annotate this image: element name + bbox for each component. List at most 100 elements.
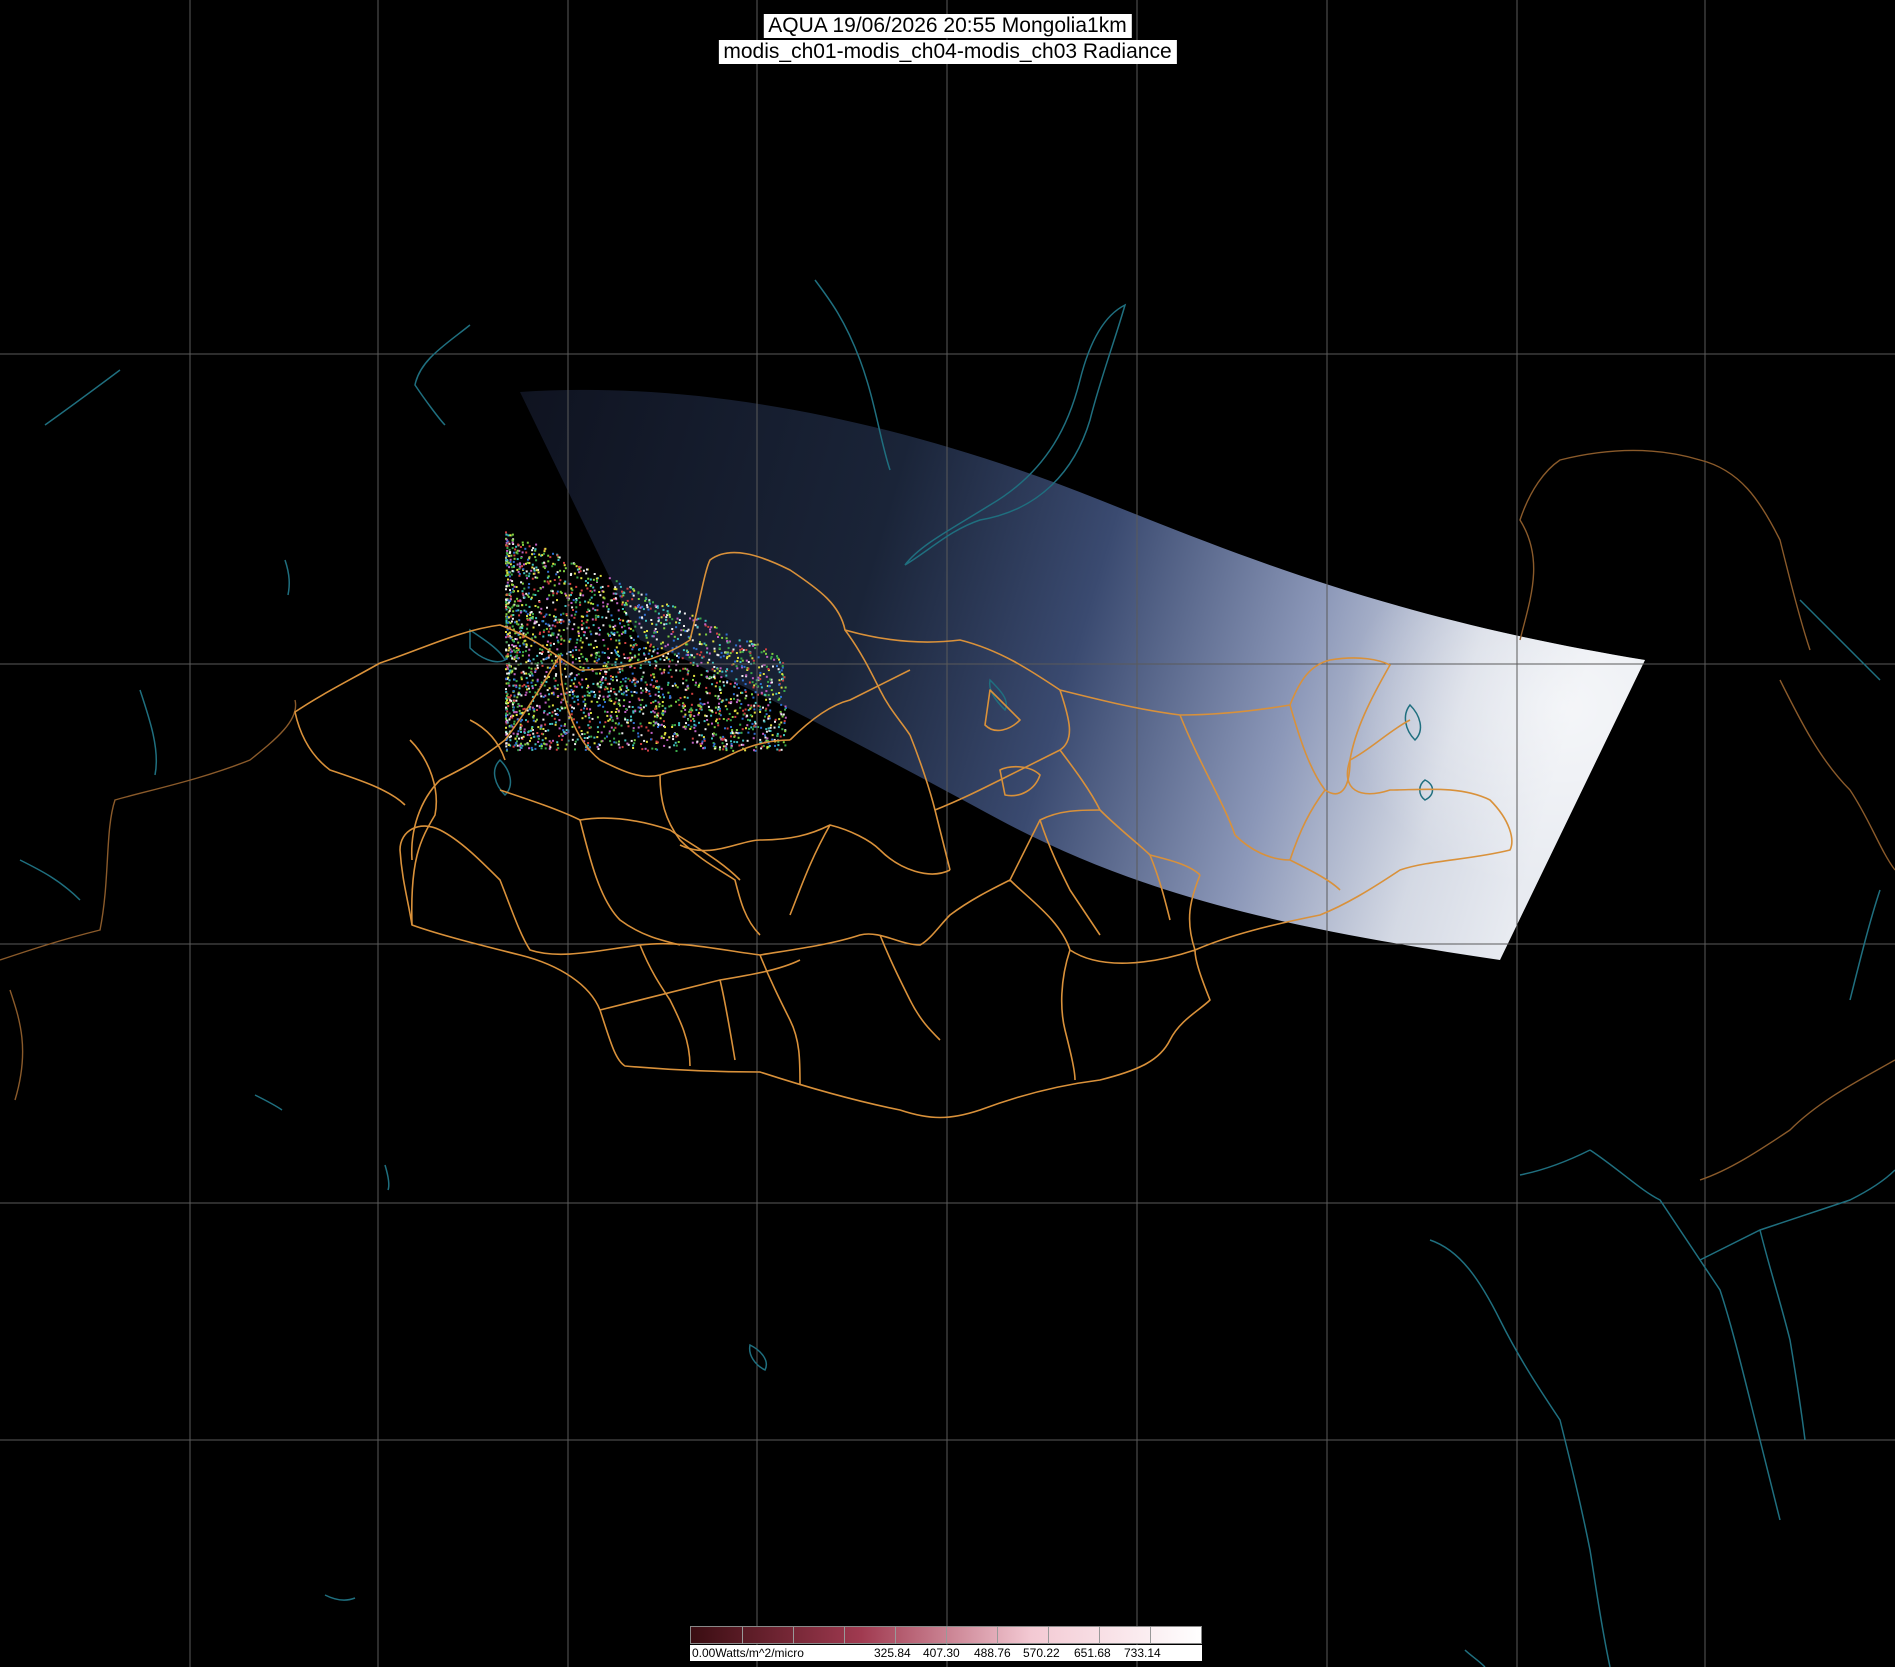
noise-pixel (571, 738, 574, 741)
noise-pixel (509, 589, 511, 592)
noise-pixel (675, 626, 678, 629)
noise-pixel (549, 556, 552, 559)
noise-pixel (596, 701, 599, 703)
noise-pixel (614, 661, 617, 664)
noise-pixel (695, 708, 698, 711)
noise-pixel (606, 603, 609, 606)
noise-pixel (584, 600, 587, 603)
noise-pixel (571, 697, 574, 700)
noise-pixel (716, 653, 719, 656)
noise-pixel (511, 533, 514, 536)
noise-pixel (650, 711, 653, 714)
noise-pixel (557, 747, 560, 750)
noise-pixel (587, 581, 589, 584)
noise-pixel (754, 647, 757, 650)
noise-pixel (765, 648, 767, 651)
noise-pixel (582, 667, 585, 669)
noise-pixel (536, 654, 539, 657)
noise-pixel (750, 640, 753, 643)
noise-pixel (552, 552, 554, 555)
noise-pixel (580, 730, 583, 732)
noise-pixel (741, 675, 744, 677)
noise-pixel (581, 641, 584, 644)
noise-pixel (621, 590, 623, 593)
noise-pixel (556, 590, 559, 593)
noise-pixel (603, 725, 606, 728)
noise-pixel (614, 592, 617, 595)
noise-pixel (513, 673, 516, 676)
noise-pixel (523, 683, 526, 686)
noise-pixel (570, 593, 572, 596)
noise-pixel (527, 558, 529, 561)
noise-pixel (585, 658, 588, 661)
noise-pixel (780, 669, 783, 672)
noise-pixel (721, 738, 724, 741)
noise-pixel (638, 710, 641, 713)
noise-pixel (629, 590, 632, 593)
noise-pixel (529, 660, 532, 663)
noise-pixel (623, 591, 626, 594)
noise-pixel (589, 578, 592, 581)
noise-pixel (745, 649, 748, 651)
noise-pixel (512, 745, 515, 748)
noise-pixel (564, 580, 567, 583)
noise-pixel (563, 564, 566, 567)
noise-pixel (765, 675, 768, 678)
noise-pixel (672, 735, 674, 738)
noise-pixel (531, 679, 534, 682)
noise-pixel (667, 681, 670, 684)
noise-pixel (664, 707, 667, 710)
noise-pixel (541, 664, 544, 667)
noise-pixel (746, 714, 749, 717)
noise-pixel (607, 661, 610, 664)
noise-pixel (645, 690, 648, 693)
noise-pixel (546, 666, 549, 669)
noise-pixel (746, 724, 749, 727)
noise-pixel (547, 623, 550, 626)
noise-pixel (532, 633, 534, 636)
noise-pixel (658, 685, 661, 688)
noise-pixel (505, 601, 507, 603)
noise-pixel (615, 658, 618, 661)
noise-pixel (593, 695, 596, 698)
noise-pixel (769, 678, 772, 681)
noise-pixel (705, 715, 708, 718)
map-title: AQUA 19/06/2026 20:55 Mongolia1km (763, 14, 1132, 38)
noise-pixel (644, 747, 647, 750)
noise-pixel (705, 669, 708, 672)
noise-pixel (555, 573, 558, 576)
noise-pixel (594, 693, 597, 696)
noise-pixel (546, 606, 548, 609)
noise-pixel (639, 707, 642, 709)
noise-pixel (685, 725, 688, 728)
noise-pixel (588, 727, 591, 729)
noise-pixel (559, 709, 562, 712)
noise-pixel (541, 554, 544, 557)
noise-pixel (525, 592, 528, 595)
noise-pixel (614, 726, 617, 729)
noise-pixel (545, 613, 548, 616)
noise-pixel (625, 708, 628, 710)
noise-pixel (694, 624, 697, 627)
noise-pixel (512, 565, 515, 567)
noise-pixel (546, 689, 549, 692)
noise-pixel (598, 633, 601, 636)
noise-pixel (612, 688, 615, 690)
noise-pixel (571, 661, 574, 664)
noise-pixel (635, 607, 638, 610)
noise-pixel (739, 645, 742, 648)
noise-pixel (610, 638, 612, 641)
noise-pixel (711, 668, 714, 671)
noise-pixel (547, 570, 550, 573)
noise-pixel (736, 698, 739, 701)
noise-pixel (643, 631, 646, 633)
noise-pixel (581, 678, 584, 681)
noise-pixel (624, 602, 627, 604)
noise-pixel (739, 648, 742, 651)
noise-pixel (551, 624, 554, 627)
noise-pixel (754, 722, 757, 725)
noise-pixel (517, 641, 520, 644)
noise-pixel (759, 738, 762, 741)
noise-pixel (521, 541, 524, 544)
noise-pixel (570, 591, 573, 594)
